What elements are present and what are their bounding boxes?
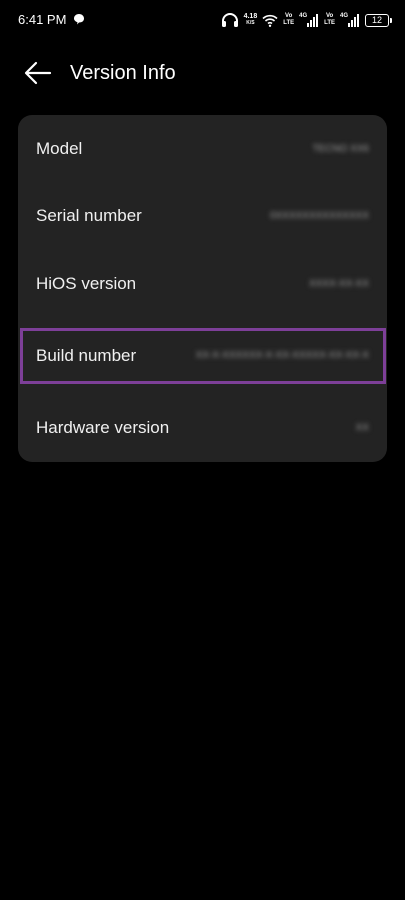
- row-serial-number[interactable]: Serial number 0XXXXXXXXXXXXXX: [18, 188, 387, 244]
- signal-bars-icon: [348, 14, 359, 27]
- volte-1: Vo LTE: [283, 13, 294, 27]
- volte-1-top: Vo: [285, 13, 293, 19]
- row-hardware-version[interactable]: Hardware version XX: [18, 400, 387, 456]
- row-value: XX: [355, 422, 369, 434]
- row-label: Model: [36, 139, 83, 158]
- row-label: HiOS version: [36, 274, 137, 293]
- row-hios-version[interactable]: HiOS version XXXX-XX-XX: [18, 256, 387, 312]
- row-value: XXXX-XX-XX: [308, 278, 369, 290]
- headphones-icon: [221, 13, 239, 27]
- network-speed: 4.18 K/S: [244, 13, 258, 27]
- version-info-card: Model TECNO XX6 Serial number 0XXXXXXXXX…: [18, 115, 387, 462]
- battery-icon: 12: [365, 13, 392, 27]
- network-speed-value: 4.18: [243, 13, 258, 20]
- status-bar: 6:41 PM 4.18 K/S Vo LTE 4G Vo LTE 4G 12: [0, 0, 405, 40]
- back-arrow-icon[interactable]: [24, 60, 52, 86]
- page-title: Version Info: [70, 62, 176, 84]
- battery-level: 12: [371, 15, 382, 25]
- header: Version Info: [0, 52, 405, 94]
- row-label: Serial number: [36, 206, 142, 225]
- volte-2-top: Vo: [325, 13, 334, 19]
- volte-2-bottom: LTE: [324, 20, 335, 26]
- signal-bars-icon: [307, 14, 319, 27]
- status-time: 6:41 PM: [18, 12, 67, 27]
- row-label: Hardware version: [36, 418, 170, 437]
- row-value: 0XXXXXXXXXXXXXX: [270, 210, 369, 222]
- wifi-icon: [262, 14, 278, 27]
- notification-icon: [74, 14, 84, 25]
- volte-1-bottom: LTE: [283, 20, 295, 26]
- volte-2: Vo LTE: [324, 13, 335, 27]
- sim2-signal: 4G: [340, 13, 360, 27]
- row-model[interactable]: Model TECNO XX6: [18, 121, 387, 177]
- row-value: TECNO XX6: [312, 143, 369, 155]
- sim1-signal: 4G: [299, 13, 319, 27]
- build-number-highlight: [20, 328, 386, 384]
- network-speed-unit: K/S: [246, 20, 255, 26]
